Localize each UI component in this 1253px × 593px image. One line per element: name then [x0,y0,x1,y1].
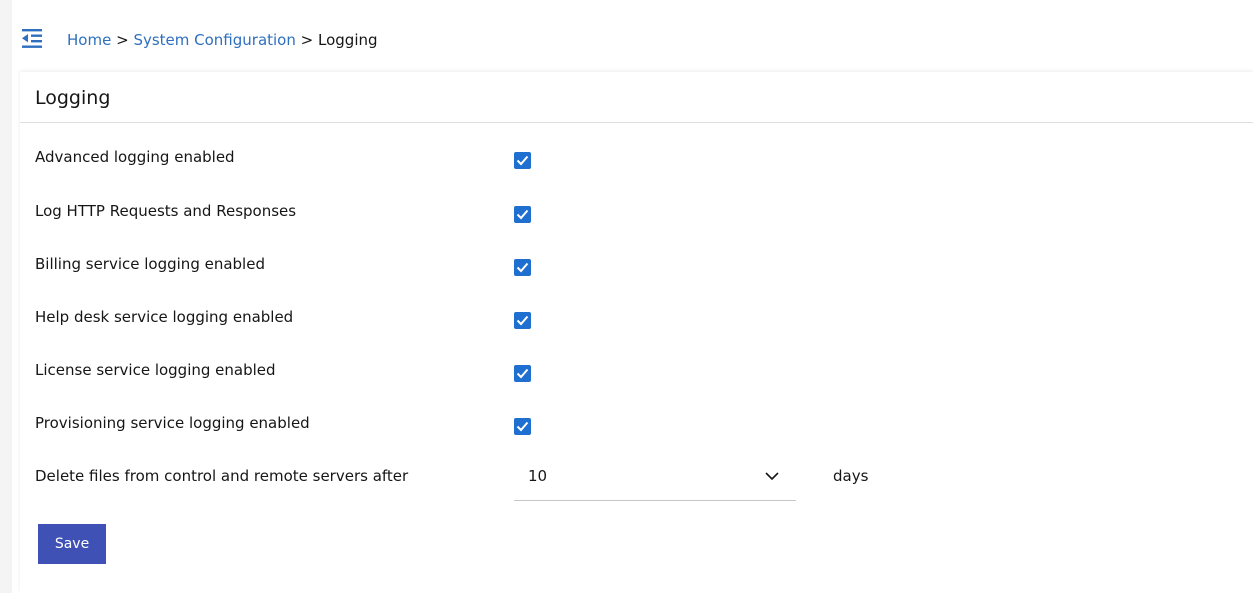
checkmark-icon [516,262,529,273]
checkbox-help-desk-service[interactable] [514,312,531,329]
retention-unit-label: days [833,467,869,485]
setting-label-log-http: Log HTTP Requests and Responses [35,202,297,220]
setting-label-advanced-logging: Advanced logging enabled [35,148,235,166]
checkmark-icon [516,155,529,166]
breadcrumb: Home > System Configuration > Logging [67,30,378,50]
checkbox-provisioning-service[interactable] [514,418,531,435]
menu-collapse-icon[interactable] [20,26,44,50]
checkmark-icon [516,209,529,220]
card-title: Logging [35,87,111,109]
chevron-down-icon [765,472,779,481]
checkbox-license-service[interactable] [514,365,531,382]
checkbox-log-http[interactable] [514,206,531,223]
setting-label-provisioning-service: Provisioning service logging enabled [35,414,310,432]
breadcrumb-separator: > [116,31,129,49]
left-rail [0,0,12,593]
breadcrumb-separator: > [300,31,314,49]
checkmark-icon [516,368,529,379]
checkbox-billing-service[interactable] [514,259,531,276]
breadcrumb-system-configuration-link[interactable]: System Configuration [133,31,295,49]
checkmark-icon [516,315,529,326]
setting-label-billing-service: Billing service logging enabled [35,255,265,273]
breadcrumb-current: Logging [318,31,378,49]
retention-days-select[interactable]: 10 [514,452,796,501]
save-button[interactable]: Save [38,524,106,564]
setting-label-help-desk-service: Help desk service logging enabled [35,308,294,326]
breadcrumb-home-link[interactable]: Home [67,31,111,49]
setting-label-license-service: License service logging enabled [35,361,276,379]
logging-card: Logging Advanced logging enabled Log HTT… [20,72,1253,593]
retention-days-value: 10 [528,467,548,485]
retention-label: Delete files from control and remote ser… [35,467,409,485]
checkbox-advanced-logging[interactable] [514,152,531,169]
checkmark-icon [516,421,529,432]
card-header: Logging [20,72,1253,123]
